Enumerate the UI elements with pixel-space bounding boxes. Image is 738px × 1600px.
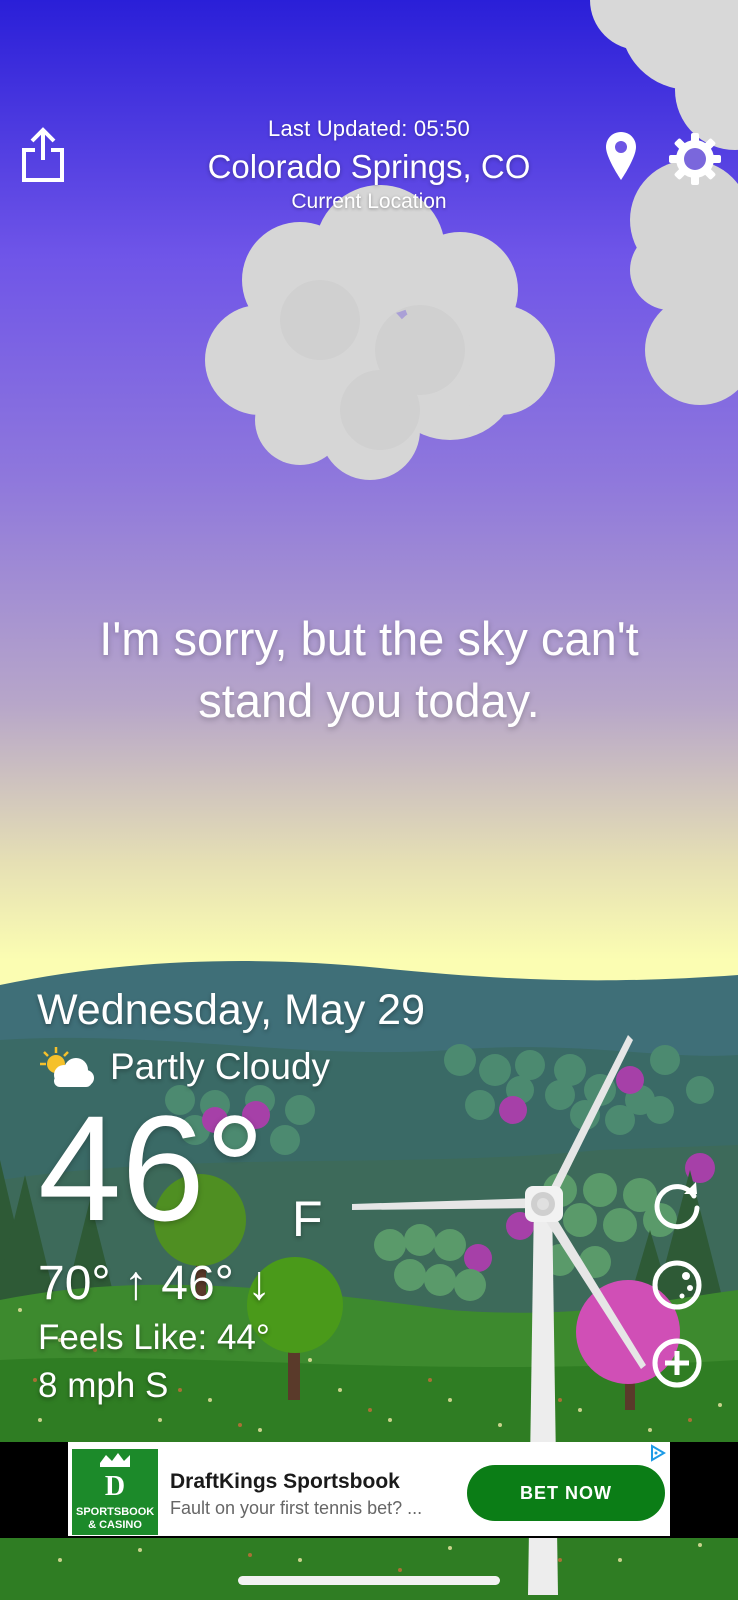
location-button[interactable] [604, 130, 638, 182]
add-location-button[interactable] [650, 1336, 704, 1390]
svg-text:D: D [105, 1471, 125, 1502]
location-pin-icon [606, 132, 636, 180]
crown-logo-icon: D [100, 1453, 130, 1502]
feels-like: Feels Like: 44° [38, 1318, 270, 1357]
draftkings-logo: D SPORTSBOOK & CASINO [72, 1449, 158, 1535]
ad-subtitle: Fault on your first tennis bet? ... [170, 1498, 423, 1518]
partly-cloudy-icon [40, 1047, 94, 1087]
gear-icon [669, 133, 721, 185]
current-temperature: 46° [38, 1084, 265, 1252]
ad-banner[interactable]: D SPORTSBOOK & CASINO DraftKings Sportsb… [68, 1442, 670, 1536]
home-indicator[interactable] [238, 1576, 500, 1585]
forecast-date: Wednesday, May 29 [37, 986, 426, 1034]
high-low-temperature: 70° ↑ 46° ↓ [38, 1257, 272, 1310]
moon-icon [652, 1260, 702, 1310]
refresh-button[interactable] [650, 1180, 704, 1234]
logo-text: SPORTSBOOK & CASINO [76, 1506, 155, 1531]
condition-text: Partly Cloudy [110, 1046, 331, 1087]
ad-title: DraftKings Sportsbook [170, 1470, 400, 1493]
bet-now-button[interactable]: BET NOW [467, 1465, 665, 1521]
location-label: Current Location [291, 190, 447, 213]
scenery [0, 0, 738, 1600]
sky-message: I'm sorry, but the sky can't stand you t… [99, 612, 639, 727]
wind-speed: 8 mph S [38, 1366, 169, 1405]
ad-choices-icon[interactable] [648, 1444, 668, 1462]
settings-button[interactable] [668, 132, 722, 186]
moon-button[interactable] [650, 1258, 704, 1312]
refresh-icon [654, 1182, 700, 1230]
plus-circle-icon [652, 1338, 702, 1388]
temperature-unit[interactable]: F [292, 1190, 323, 1248]
